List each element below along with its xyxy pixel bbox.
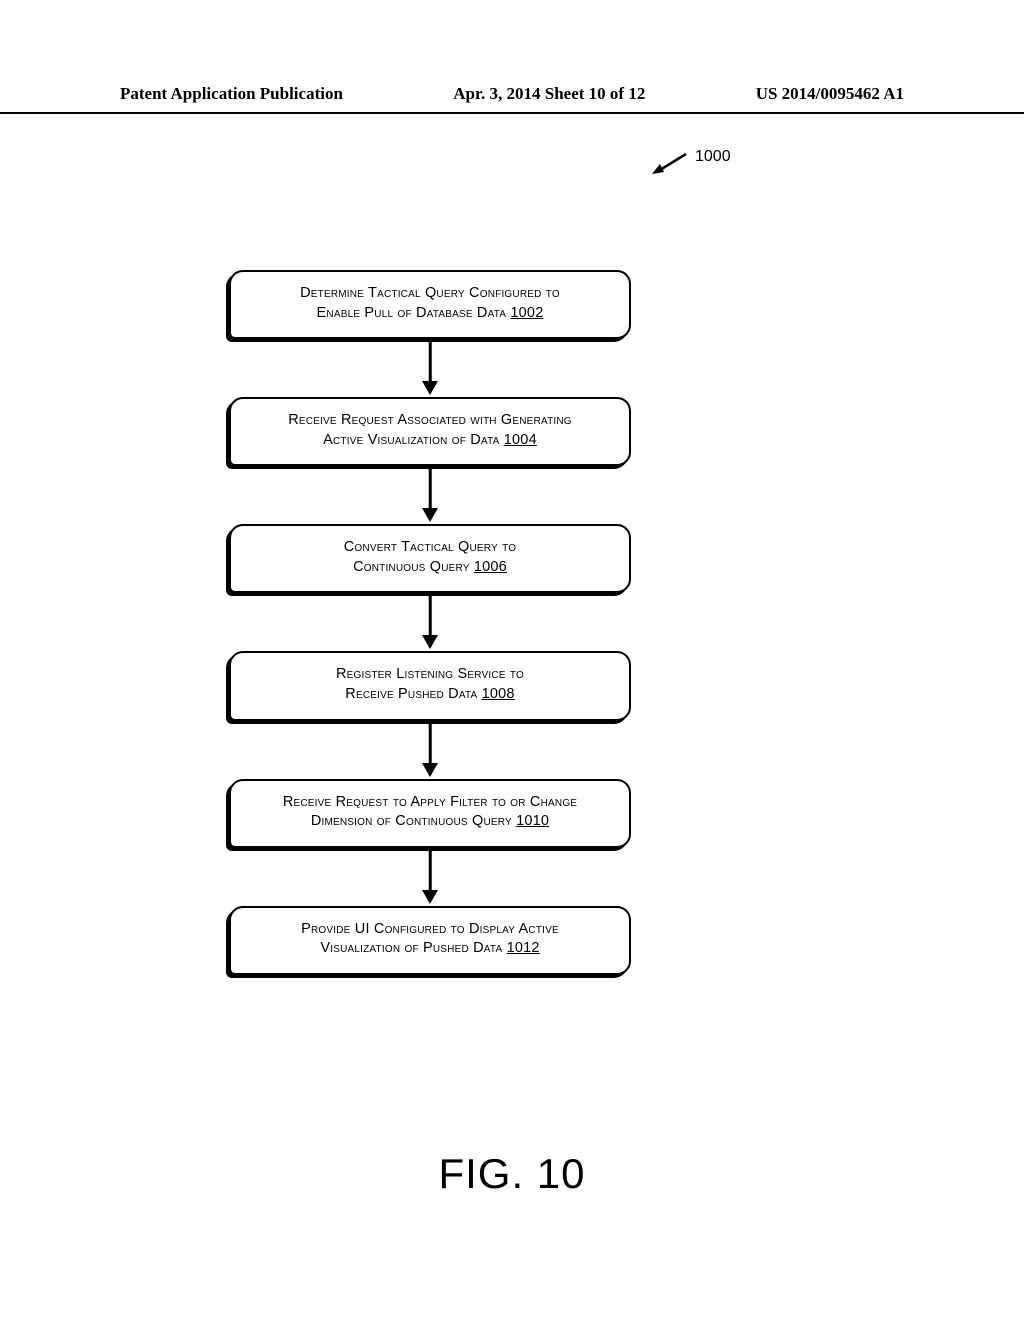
header: Patent Application Publication Apr. 3, 2… — [0, 84, 1024, 108]
step-ref: 1006 — [474, 559, 507, 575]
header-center: Apr. 3, 2014 Sheet 10 of 12 — [453, 84, 645, 104]
figure-label: FIG. 10 — [0, 1150, 1024, 1198]
step-text: Determine Tactical Query Configured to — [300, 285, 560, 301]
step-box-1012: Provide UI Configured to Display Active … — [229, 906, 631, 975]
step-ref: 1012 — [507, 940, 540, 956]
arrow-down-icon — [415, 591, 445, 651]
step-box-1006: Convert Tactical Query to Continuous Que… — [229, 524, 631, 593]
reference-number: 1000 — [695, 148, 731, 166]
step-box-1010: Receive Request to Apply Filter to or Ch… — [229, 779, 631, 848]
step-box-1004: Receive Request Associated with Generati… — [229, 397, 631, 466]
step-ref: 1008 — [482, 686, 515, 702]
step-ref: 1010 — [516, 813, 549, 829]
arrow-down-icon — [415, 464, 445, 524]
step-text: Continuous Query — [353, 559, 474, 575]
arrow-down-icon — [415, 719, 445, 779]
flowchart: Determine Tactical Query Configured to E… — [230, 270, 630, 975]
step-text: Receive Request to Apply Filter to or Ch… — [283, 794, 577, 810]
step-text: Dimension of Continuous Query — [311, 813, 516, 829]
header-right: US 2014/0095462 A1 — [756, 84, 904, 104]
reference-arrow-icon — [650, 150, 690, 176]
step-text: Visualization of Pushed Data — [320, 940, 506, 956]
step-text: Convert Tactical Query to — [344, 539, 516, 555]
step-text: Receive Request Associated with Generati… — [288, 412, 572, 428]
arrow-down-icon — [415, 846, 445, 906]
header-rule: Patent Application Publication Apr. 3, 2… — [0, 84, 1024, 114]
step-text: Receive Pushed Data — [345, 686, 481, 702]
step-text: Provide UI Configured to Display Active — [301, 921, 559, 937]
step-text: Active Visualization of Data — [323, 432, 504, 448]
step-box-1008: Register Listening Service to Receive Pu… — [229, 651, 631, 720]
header-left: Patent Application Publication — [120, 84, 343, 104]
page: Patent Application Publication Apr. 3, 2… — [0, 0, 1024, 1320]
step-ref: 1002 — [510, 305, 543, 321]
step-ref: 1004 — [504, 432, 537, 448]
arrow-down-icon — [415, 337, 445, 397]
step-text: Enable Pull of Database Data — [317, 305, 511, 321]
step-text: Register Listening Service to — [336, 666, 524, 682]
step-box-1002: Determine Tactical Query Configured to E… — [229, 270, 631, 339]
